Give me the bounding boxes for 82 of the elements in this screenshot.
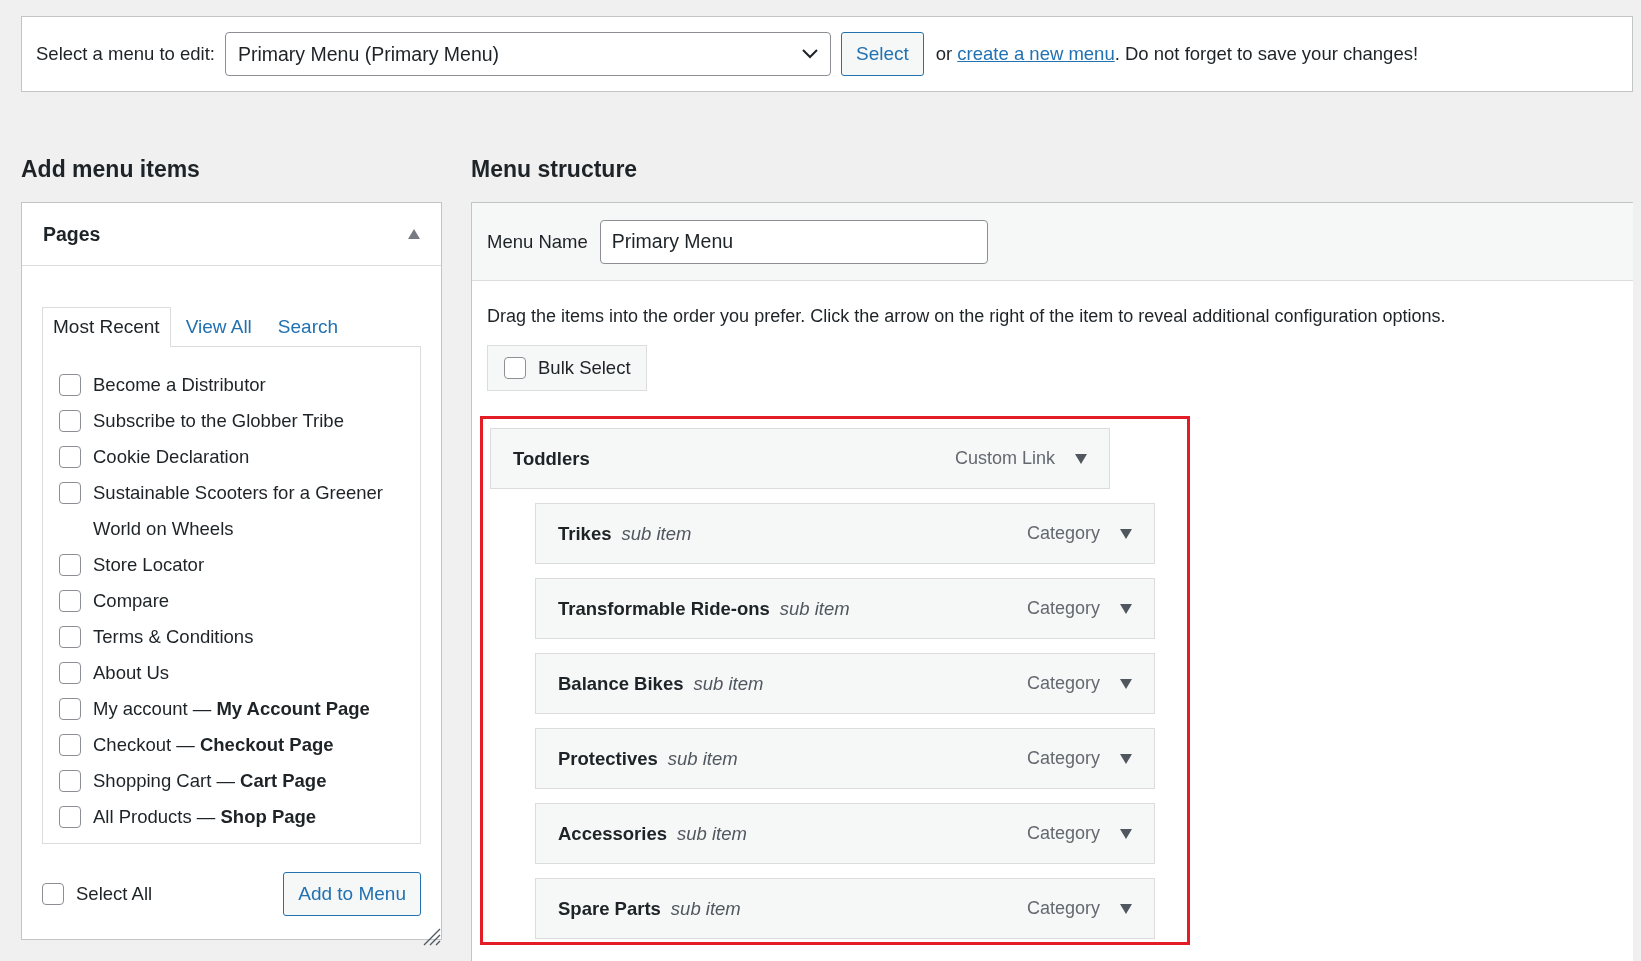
- panel-tab[interactable]: Search: [266, 307, 350, 347]
- menu-item-type: Category: [1026, 673, 1100, 694]
- menu-item-note: sub item: [779, 597, 850, 620]
- panel-title: Pages: [43, 222, 101, 246]
- menu-item-note: sub item: [667, 747, 738, 770]
- page-label: My account — My Account Page: [93, 697, 370, 721]
- caret-icon[interactable]: [1075, 453, 1087, 464]
- menu-item-type: Category: [1026, 823, 1100, 844]
- menu-item-note: sub item: [670, 897, 741, 920]
- menu-item-note: sub item: [693, 672, 764, 695]
- section-heading: Menu structure: [471, 155, 639, 184]
- checkbox[interactable]: [59, 374, 81, 396]
- menu-item-bar[interactable]: Accessories sub item Category: [535, 803, 1155, 864]
- menu-item-note: sub item: [621, 522, 692, 545]
- checkbox[interactable]: [59, 662, 81, 684]
- menu-item-title: Protectives: [558, 747, 658, 770]
- checkbox[interactable]: [59, 590, 81, 612]
- menu-item-bar[interactable]: Toddlers Custom Link: [490, 428, 1110, 489]
- caret-icon[interactable]: [1120, 528, 1132, 539]
- select-all-label: Select All: [76, 883, 153, 905]
- menu-item-type: Custom Link: [954, 448, 1055, 469]
- checkbox[interactable]: [59, 770, 81, 792]
- bulk-select-toggle[interactable]: Bulk Select: [487, 345, 647, 391]
- page-label: Checkout — Checkout Page: [93, 733, 334, 757]
- checkbox[interactable]: [59, 734, 81, 756]
- panel-header[interactable]: Pages: [22, 203, 441, 266]
- select-label: Select a menu to edit:: [36, 43, 215, 65]
- caret-icon[interactable]: [1120, 678, 1132, 689]
- menu-item-type: Category: [1026, 523, 1100, 544]
- checkbox[interactable]: [504, 357, 526, 379]
- menu-item-title: Toddlers: [513, 447, 590, 470]
- checkbox[interactable]: [59, 806, 81, 828]
- page-label: Subscribe to the Globber Tribe: [93, 409, 344, 433]
- menu-item-bar[interactable]: Transformable Ride-ons sub item Category: [535, 578, 1155, 639]
- checkbox[interactable]: [59, 698, 81, 720]
- page-label: All Products — Shop Page: [93, 805, 317, 829]
- menu-dropdown[interactable]: Primary Menu (Primary Menu): [224, 32, 831, 76]
- menu-item-type: Category: [1026, 898, 1100, 919]
- menu-item-title: Balance Bikes: [558, 672, 684, 695]
- page-label: Compare: [93, 589, 170, 613]
- chevron-down-icon: [801, 49, 818, 59]
- checkbox[interactable]: [59, 482, 81, 504]
- page-label: Sustainable Scooters for a Greener World on Wheels: [93, 481, 384, 541]
- caret-icon[interactable]: [1120, 753, 1132, 764]
- checkbox[interactable]: [59, 410, 81, 432]
- page-label: About Us: [93, 661, 170, 685]
- caret-icon[interactable]: [1120, 903, 1132, 914]
- menu-item-type: Category: [1026, 598, 1100, 619]
- menu-item-title: Transformable Ride-ons: [558, 597, 770, 620]
- checkbox[interactable]: [59, 446, 81, 468]
- page-label: Store Locator: [93, 553, 205, 577]
- page-label: Terms & Conditions: [93, 625, 254, 649]
- select-button[interactable]: Select: [840, 32, 924, 76]
- page-label: Shopping Cart — Cart Page: [93, 769, 327, 793]
- caret-icon[interactable]: [1120, 603, 1132, 614]
- menu-item-note: sub item: [677, 822, 747, 845]
- bulk-select-label: Bulk Select: [538, 357, 631, 379]
- create-menu-link[interactable]: create a new menu: [957, 43, 1115, 64]
- menu-item-bar[interactable]: Trikes sub item Category: [535, 503, 1155, 564]
- page-label: Become a Distributor: [93, 373, 266, 397]
- menu-item-type: Category: [1026, 748, 1100, 769]
- menu-item-bar[interactable]: Spare Parts sub item Category: [535, 878, 1155, 939]
- checkbox[interactable]: [59, 626, 81, 648]
- collapse-arrow-icon[interactable]: [408, 229, 420, 239]
- checkbox[interactable]: [42, 883, 64, 905]
- panel-tab[interactable]: View All: [174, 307, 263, 347]
- menu-item-bar[interactable]: Balance Bikes sub item Category: [535, 653, 1155, 714]
- menu-item-bar[interactable]: Protectives sub item Category: [535, 728, 1155, 789]
- resize-handle-icon[interactable]: [421, 926, 441, 946]
- save-reminder: or create a new menu. Do not forget to save your changes!: [935, 43, 1419, 65]
- panel-tab[interactable]: Most Recent: [42, 307, 171, 347]
- instructions-text: Drag the items into the order you prefer. Click the arrow on the right of the item to reveal additional configuration options.: [487, 306, 1447, 327]
- menu-item-title: Accessories: [558, 822, 668, 845]
- menu-item-title: Trikes: [558, 522, 612, 545]
- section-heading: Add menu items: [21, 155, 201, 184]
- menu-item-title: Spare Parts: [558, 897, 661, 920]
- checkbox[interactable]: [59, 554, 81, 576]
- menu-name-field[interactable]: Primary Menu: [599, 219, 988, 264]
- caret-icon[interactable]: [1120, 828, 1132, 839]
- add-to-menu-button[interactable]: Add to Menu: [283, 872, 421, 916]
- menu-name-label: Menu Name: [487, 230, 588, 253]
- page-label: Cookie Declaration: [93, 445, 250, 469]
